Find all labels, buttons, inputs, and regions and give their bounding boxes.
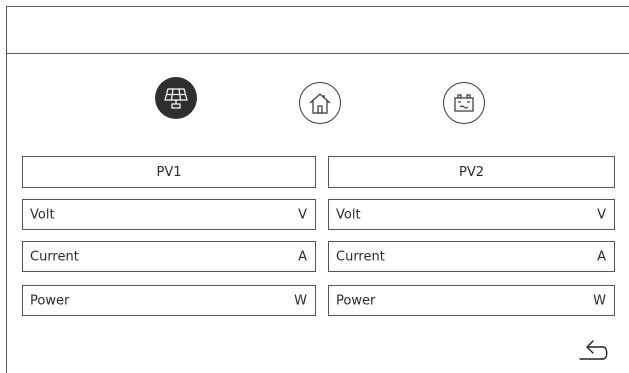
back-button[interactable]: [577, 333, 611, 363]
pv1-current-label: Current: [30, 249, 79, 264]
home-icon: [309, 93, 331, 114]
pv2-power-unit: W: [593, 293, 606, 308]
home-tab[interactable]: [299, 82, 341, 124]
header-divider: [6, 53, 629, 54]
pv2-current-label: Current: [336, 249, 385, 264]
pv1-title: PV1: [156, 164, 182, 180]
pv2-title: PV2: [458, 164, 484, 180]
pv1-power-row: Power W: [22, 285, 316, 316]
pv2-power-label: Power: [336, 293, 376, 308]
battery-icon: [454, 94, 474, 112]
battery-tab[interactable]: [443, 82, 485, 124]
solar-panel-tab[interactable]: [155, 77, 197, 119]
pv2-current-unit: A: [597, 249, 606, 264]
pv1-header: PV1: [22, 156, 316, 188]
pv1-power-unit: W: [294, 293, 307, 308]
solar-panel-icon: [164, 88, 188, 109]
pv1-volt-row: Volt V: [22, 199, 316, 230]
pv1-power-label: Power: [30, 293, 70, 308]
pv1-current-unit: A: [298, 249, 307, 264]
pv2-volt-label: Volt: [336, 207, 361, 222]
pv2-volt-unit: V: [597, 207, 606, 222]
pv2-header: PV2: [328, 156, 615, 188]
pv2-volt-row: Volt V: [328, 199, 615, 230]
pv2-power-row: Power W: [328, 285, 615, 316]
pv2-current-row: Current A: [328, 241, 615, 272]
pv1-volt-unit: V: [298, 207, 307, 222]
pv1-volt-label: Volt: [30, 207, 55, 222]
display-panel: [6, 6, 629, 373]
pv1-current-row: Current A: [22, 241, 316, 272]
return-arrow-icon: [579, 340, 608, 360]
